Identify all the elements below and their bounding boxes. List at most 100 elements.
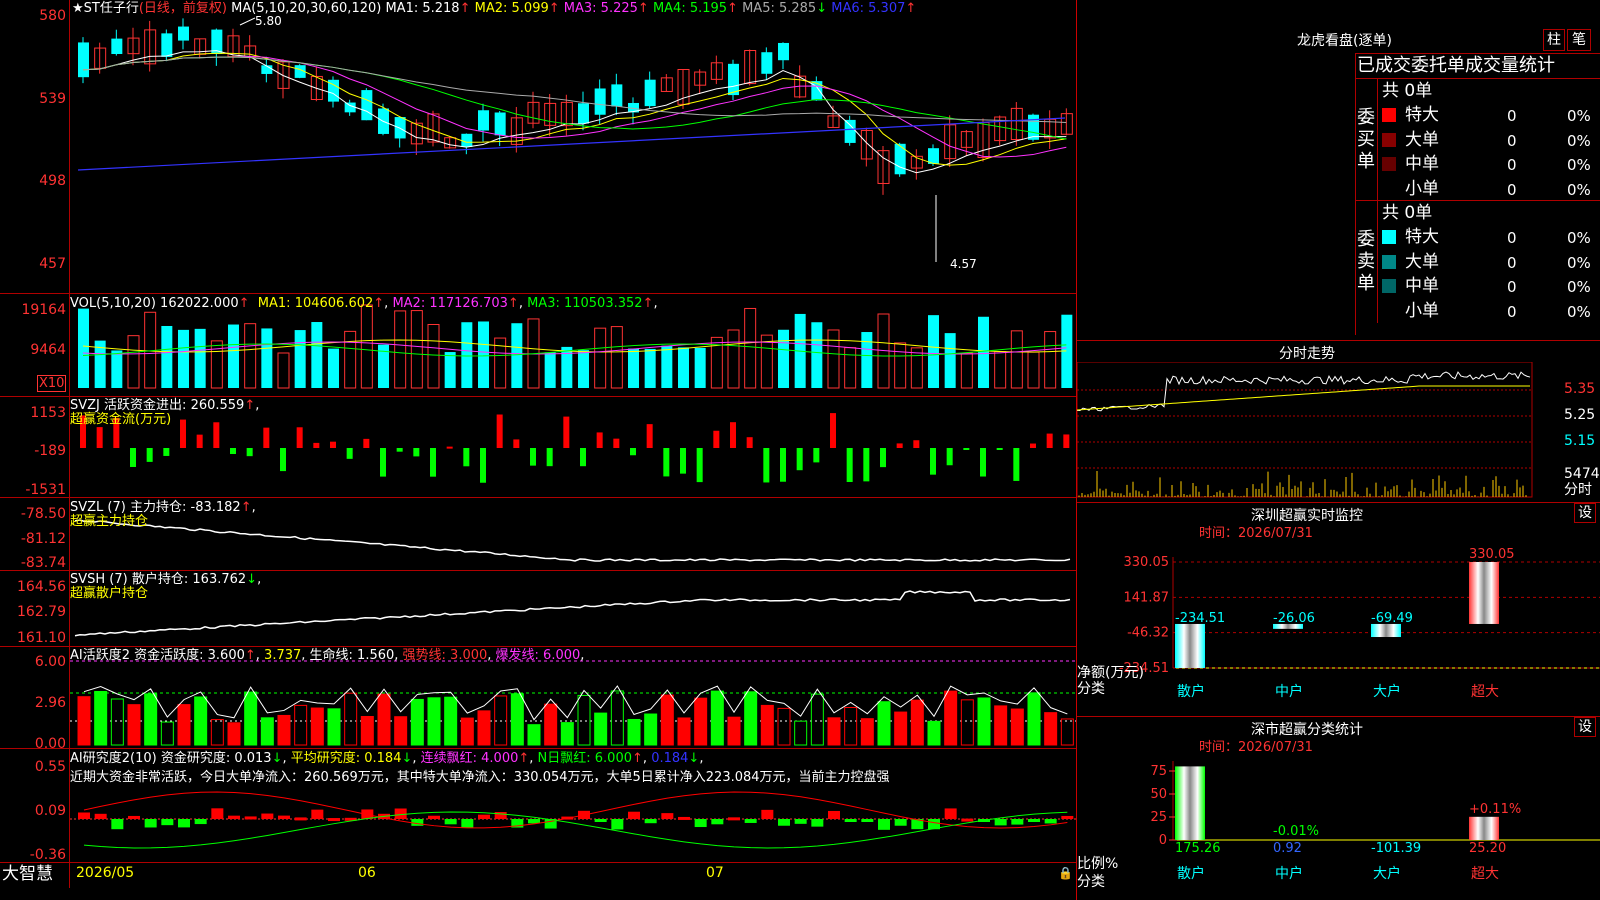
- svzl-arrow: ↑: [240, 500, 252, 515]
- monitor-category: 散户: [1177, 683, 1205, 700]
- ai-active-bar: [810, 693, 824, 746]
- volume-bar: [628, 348, 639, 388]
- volume-bar: [827, 329, 840, 389]
- volume-bar: [311, 322, 323, 388]
- ai-research-bar: [628, 811, 640, 819]
- svzj-bar: [946, 448, 953, 466]
- ai-research-bar: [78, 812, 90, 819]
- order-color-swatch: [1382, 132, 1396, 147]
- ai-active-bar: [910, 699, 924, 746]
- sz-monitor-panel: 深圳超赢实时监控 设 时间：2026/07/31 330.05 141.87 -46…: [1077, 502, 1600, 716]
- ai-active-bar: [627, 718, 641, 746]
- ai-active-bar: [977, 697, 991, 746]
- pen-mode-button[interactable]: 笔: [1567, 29, 1591, 51]
- order-row-name: 大单: [1405, 129, 1439, 150]
- candle-body: [161, 33, 173, 57]
- ai-research-bar: [994, 819, 1007, 826]
- intraday-chart[interactable]: [1077, 362, 1600, 502]
- price-axis: 580 539 498 457: [0, 0, 66, 293]
- ai-active-bar: [244, 691, 258, 746]
- ai-active-bar: [194, 696, 208, 746]
- vol-tick: 19164: [21, 302, 66, 318]
- class-tick: 75: [1150, 764, 1167, 779]
- svsh-name: 散户持仓:: [131, 572, 189, 587]
- order-row-count: 0: [1507, 278, 1517, 296]
- ai-active-bar: [510, 693, 524, 746]
- order-row-pct: 0%: [1567, 253, 1591, 272]
- ai-active-bar: [277, 714, 291, 746]
- volume-bar: [844, 347, 857, 389]
- ai-active-bar: [427, 697, 441, 746]
- svzj-bar: [1046, 433, 1053, 448]
- vol-axis: 19164 9464 X10: [0, 293, 67, 396]
- bar-mode-button[interactable]: 柱: [1543, 29, 1565, 51]
- svzj-bar: [363, 438, 370, 448]
- ai-active-bar: [610, 690, 624, 746]
- ai-active-label: AI活跃度2: [70, 648, 130, 663]
- vol-unit-badge[interactable]: X10: [37, 375, 67, 392]
- monitor-bar-label: -26.06: [1273, 611, 1315, 626]
- order-row-name: 中单: [1405, 276, 1439, 296]
- volume-bar: [644, 348, 656, 388]
- svsh-line: [74, 590, 1071, 637]
- indicator-arrow: ↓: [816, 1, 828, 16]
- volume-bar: [994, 351, 1007, 389]
- brand-logo[interactable]: 大智慧: [2, 865, 53, 883]
- order-row-name: 特大: [1405, 105, 1439, 125]
- svzj-bar: [746, 437, 753, 448]
- volume-bar: [910, 347, 923, 389]
- volume-bar: [461, 322, 473, 388]
- indicator-arrow: ↑: [548, 1, 560, 16]
- ai-research-bar: [811, 819, 824, 827]
- ai-research-bar: [644, 819, 657, 824]
- monitor-tick: 141.87: [1124, 590, 1170, 605]
- indicator-value: MA3: 5.225: [563, 1, 638, 16]
- volume-bar: [928, 315, 939, 388]
- ai-active-bar: [77, 696, 91, 746]
- svsh-tick: 162.79: [17, 604, 66, 620]
- ai-research-bar: [744, 819, 757, 823]
- monitor-tick: 330.05: [1124, 555, 1170, 570]
- indicator-arrow: ↑: [632, 751, 643, 766]
- svzj-bar: [413, 448, 420, 457]
- candle-body: [578, 103, 589, 124]
- ai-research-bar: [728, 817, 740, 821]
- ai-research-bar: [244, 816, 257, 820]
- monitor-bar-rect: [1175, 623, 1205, 668]
- ai-research-label: AI研究度2(10): [70, 751, 157, 766]
- tab-volume-stats[interactable]: 成交量统计: [1465, 55, 1555, 76]
- candle-body: [728, 63, 739, 96]
- svzj-bar: [396, 448, 403, 452]
- ai-active-bar: [160, 721, 174, 746]
- svzj-bar: [896, 443, 903, 448]
- sz-class-chart[interactable]: 75 50 25 0 175.26 散户 -0.01% 0.92 中户 -101.39 大户 +0.1…: [1077, 716, 1600, 900]
- tab-orders[interactable]: 委托单: [1411, 55, 1465, 76]
- ma-values: MA1: 5.218↑ MA2: 5.099↑ MA3: 5.225↑ MA4:…: [385, 1, 916, 16]
- svzj-bar: [380, 448, 386, 477]
- indicator-arrow: ↓: [401, 751, 413, 766]
- volume-bar: [811, 322, 823, 388]
- volume-bar: [328, 348, 339, 388]
- indicator-arrow: ↑: [244, 648, 256, 663]
- svzl-tick: -78.50: [20, 506, 66, 522]
- order-row-count: 0: [1507, 229, 1517, 247]
- ai-active-bar: [294, 704, 308, 746]
- ai-research-bar: [694, 819, 707, 828]
- svzj-bar: [246, 448, 253, 457]
- stock-name[interactable]: ★ST任子行: [72, 1, 139, 16]
- candle-body: [778, 42, 789, 61]
- intraday-title: 分时走势: [1279, 346, 1335, 362]
- ma-line: [82, 50, 1067, 174]
- ai-active-bar: [694, 697, 708, 746]
- sz-monitor-chart[interactable]: 330.05141.87-46.32-234.51-234.51散户-26.06…: [1077, 502, 1600, 716]
- high-marker: [239, 17, 256, 26]
- ai-research-bar: [228, 815, 240, 819]
- class-category: 散户: [1177, 865, 1205, 882]
- tab-filled[interactable]: 已成交: [1357, 55, 1411, 76]
- svzj-bar: [730, 422, 736, 448]
- ai-active-bar: [1027, 692, 1041, 746]
- lock-icon[interactable]: 🔒: [1058, 866, 1073, 880]
- indicator-arrow: ↑: [518, 751, 530, 766]
- ai-research-tick: -0.36: [29, 847, 66, 863]
- candle-body: [394, 117, 406, 139]
